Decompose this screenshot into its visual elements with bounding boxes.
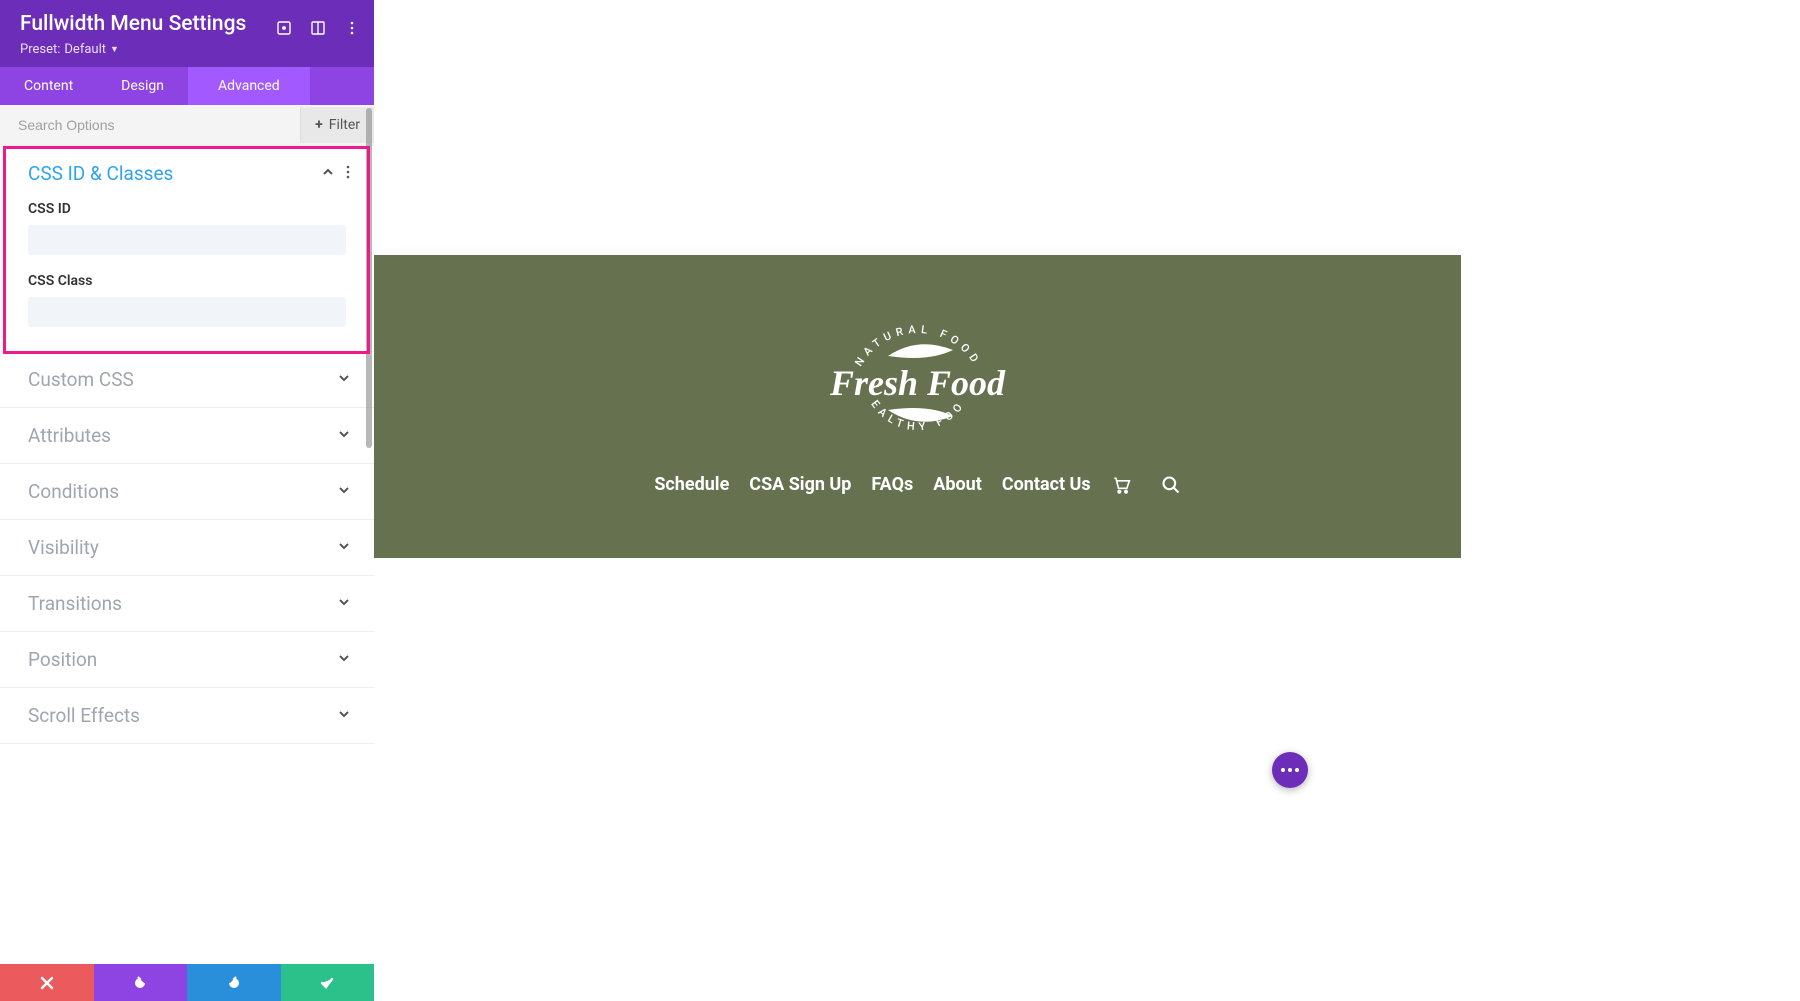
expand-panel-icon[interactable] xyxy=(310,20,326,36)
search-input[interactable] xyxy=(0,105,300,145)
section-title: Attributes xyxy=(28,424,111,447)
fullwidth-menu-module[interactable]: NATURAL FOOD HEALTHY FOOD Fresh Food Sch… xyxy=(374,255,1461,558)
redo-button[interactable] xyxy=(187,964,281,1001)
chevron-down-icon xyxy=(338,372,350,388)
undo-button[interactable] xyxy=(94,964,188,1001)
chevron-down-icon xyxy=(338,596,350,612)
page-preview: NATURAL FOOD HEALTHY FOOD Fresh Food Sch… xyxy=(374,0,1800,1001)
section-header-conditions[interactable]: Conditions xyxy=(0,464,374,519)
section-header-transitions[interactable]: Transitions xyxy=(0,576,374,631)
section-title: Position xyxy=(28,648,97,671)
tab-design[interactable]: Design xyxy=(97,67,188,105)
menu-nav: Schedule CSA Sign Up FAQs About Contact … xyxy=(654,474,1180,495)
section-body: CSS ID CSS Class xyxy=(0,201,374,351)
search-row: + Filter xyxy=(0,105,374,146)
section-css-id-classes: CSS ID & Classes CSS ID CSS Class xyxy=(0,146,374,352)
tab-content[interactable]: Content xyxy=(0,67,97,105)
chevron-down-icon xyxy=(338,708,350,724)
cart-icon[interactable] xyxy=(1111,475,1131,495)
css-id-label: CSS ID xyxy=(28,201,346,217)
search-icon[interactable] xyxy=(1161,475,1181,495)
section-custom-css: Custom CSS xyxy=(0,352,374,408)
more-icon xyxy=(1281,768,1299,772)
section-title: CSS ID & Classes xyxy=(28,162,173,185)
nav-link-contact-us[interactable]: Contact Us xyxy=(1002,474,1091,495)
section-header-position[interactable]: Position xyxy=(0,632,374,687)
section-transitions: Transitions xyxy=(0,576,374,632)
header-icon-group xyxy=(276,20,360,36)
tabs: Content Design Advanced xyxy=(0,67,374,105)
section-conditions: Conditions xyxy=(0,464,374,520)
section-attributes: Attributes xyxy=(0,408,374,464)
filter-button[interactable]: + Filter xyxy=(300,107,374,143)
section-title: Transitions xyxy=(28,592,122,615)
cancel-button[interactable] xyxy=(0,964,94,1001)
section-header-css-id-classes[interactable]: CSS ID & Classes xyxy=(0,146,374,201)
save-button[interactable] xyxy=(281,964,375,1001)
chevron-down-icon xyxy=(338,484,350,500)
section-title: Custom CSS xyxy=(28,368,134,391)
section-header-scroll-effects[interactable]: Scroll Effects xyxy=(0,688,374,743)
caret-down-icon: ▼ xyxy=(110,44,119,55)
site-logo[interactable]: NATURAL FOOD HEALTHY FOOD Fresh Food xyxy=(833,318,1003,448)
section-header-attributes[interactable]: Attributes xyxy=(0,408,374,463)
chevron-down-icon xyxy=(338,428,350,444)
panel-header: Fullwidth Menu Settings Preset: Default … xyxy=(0,0,374,67)
section-controls xyxy=(322,165,350,182)
preset-selector[interactable]: Preset: Default ▼ xyxy=(20,42,354,57)
section-position: Position xyxy=(0,632,374,688)
chevron-up-icon[interactable] xyxy=(322,166,334,182)
logo-main-text: Fresh Food xyxy=(830,362,1005,404)
builder-fab-button[interactable] xyxy=(1272,752,1308,788)
nav-link-faqs[interactable]: FAQs xyxy=(871,474,913,495)
css-class-label: CSS Class xyxy=(28,273,346,289)
section-more-icon[interactable] xyxy=(346,165,350,182)
options-scroll-area[interactable]: CSS ID & Classes CSS ID CSS Class xyxy=(0,146,374,964)
section-title: Conditions xyxy=(28,480,119,503)
panel-footer xyxy=(0,964,374,1001)
nav-link-about[interactable]: About xyxy=(933,474,982,495)
more-options-icon[interactable] xyxy=(344,20,360,36)
chevron-down-icon xyxy=(338,540,350,556)
css-class-input[interactable] xyxy=(28,297,346,327)
filter-label: Filter xyxy=(329,117,360,133)
section-title: Scroll Effects xyxy=(28,704,140,727)
tab-advanced[interactable]: Advanced xyxy=(188,67,310,105)
help-icon[interactable] xyxy=(276,20,292,36)
section-scroll-effects: Scroll Effects xyxy=(0,688,374,744)
chevron-down-icon xyxy=(338,652,350,668)
section-header-visibility[interactable]: Visibility xyxy=(0,520,374,575)
nav-link-csa-sign-up[interactable]: CSA Sign Up xyxy=(749,474,851,495)
preset-value: Default xyxy=(64,42,106,57)
nav-link-schedule[interactable]: Schedule xyxy=(654,474,729,495)
settings-panel: Fullwidth Menu Settings Preset: Default … xyxy=(0,0,374,1001)
scrollbar-thumb[interactable] xyxy=(366,108,372,448)
plus-icon: + xyxy=(315,117,323,133)
section-visibility: Visibility xyxy=(0,520,374,576)
section-header-custom-css[interactable]: Custom CSS xyxy=(0,352,374,407)
section-title: Visibility xyxy=(28,536,99,559)
preset-prefix: Preset: xyxy=(20,42,60,57)
css-id-input[interactable] xyxy=(28,225,346,255)
